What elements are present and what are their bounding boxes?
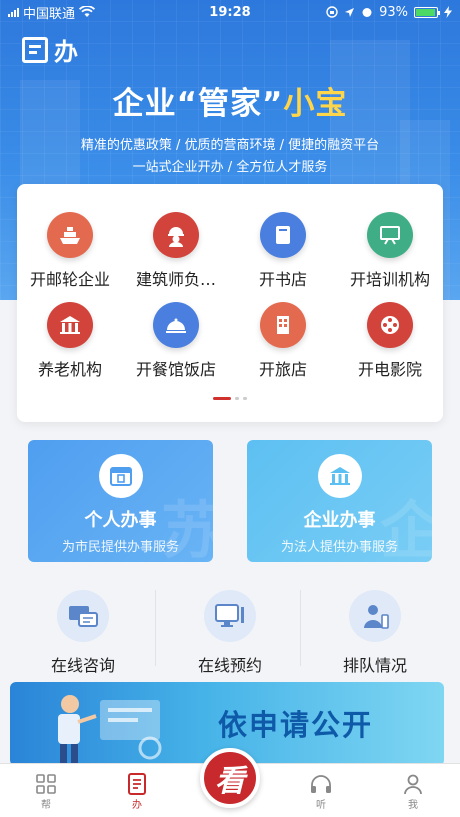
quick-link-label: 排队情况 bbox=[342, 656, 407, 675]
service-item-cruise[interactable]: 开邮轮企业 bbox=[17, 212, 123, 290]
tab-label: 听 bbox=[316, 800, 326, 811]
bank-icon bbox=[317, 454, 362, 498]
service-item-restaurant[interactable]: 开餐馆饭店 bbox=[123, 302, 229, 380]
service-item-hotel[interactable]: 开旅店 bbox=[230, 302, 336, 380]
hotel-icon bbox=[260, 302, 306, 348]
service-label: 开培训机构 bbox=[349, 270, 430, 289]
tab-label: 我 bbox=[408, 800, 418, 811]
hero-subtitle-2: 一站式企业开办 / 全方位人才服务 bbox=[132, 160, 328, 175]
battery-icon bbox=[414, 6, 440, 18]
user-icon bbox=[383, 772, 443, 796]
service-grid-card: 开邮轮企业 建筑师负… 开书店 开培训机构 养老机构 开餐馆饭店 开旅店 开电影… bbox=[17, 184, 443, 422]
charging-icon bbox=[444, 6, 452, 18]
ship-icon bbox=[47, 212, 93, 258]
service-label: 开餐馆饭店 bbox=[135, 360, 216, 379]
service-label: 开电影院 bbox=[357, 360, 422, 379]
hero-title-highlight: 小宝 bbox=[283, 86, 348, 122]
banner-title: 依申请公开 bbox=[218, 708, 374, 742]
page-dot bbox=[243, 397, 247, 400]
page-dot-active bbox=[213, 397, 231, 400]
enterprise-affairs-button[interactable]: 企 企业办事 为法人提供办事服务 bbox=[247, 440, 432, 562]
headphones-icon bbox=[291, 772, 351, 796]
grid-icon bbox=[16, 772, 76, 796]
tab-help[interactable]: 帮 bbox=[16, 772, 76, 811]
quick-link-label: 在线咨询 bbox=[50, 656, 115, 675]
tab-me[interactable]: 我 bbox=[383, 772, 443, 811]
service-item-training[interactable]: 开培训机构 bbox=[337, 212, 443, 290]
building-icon bbox=[47, 302, 93, 348]
tab-label: 帮 bbox=[41, 800, 51, 811]
dish-icon bbox=[153, 302, 199, 348]
banner-illustration-icon bbox=[58, 695, 162, 766]
hero-title-main: 企业“管家” bbox=[112, 86, 284, 122]
battery-percent: 93% bbox=[379, 4, 408, 20]
hero-subtitle-1: 精准的优惠政策 / 优质的营商环境 / 便捷的融资平台 bbox=[80, 138, 380, 153]
divider bbox=[155, 590, 156, 666]
queue-icon bbox=[349, 590, 401, 642]
divider bbox=[300, 590, 301, 666]
tab-do[interactable]: 办 bbox=[107, 772, 167, 811]
film-icon bbox=[367, 302, 413, 348]
page-dot bbox=[235, 397, 239, 400]
computer-icon bbox=[204, 590, 256, 642]
wifi-icon bbox=[79, 6, 96, 17]
service-item-bookstore[interactable]: 开书店 bbox=[230, 212, 336, 290]
quick-link-consult[interactable]: 在线咨询 bbox=[10, 590, 156, 676]
service-label: 养老机构 bbox=[37, 360, 102, 379]
book-icon bbox=[260, 212, 306, 258]
app-logo: 办 bbox=[22, 32, 78, 67]
lock-rotation-icon bbox=[326, 6, 338, 18]
board-icon bbox=[367, 212, 413, 258]
tab-label: 办 bbox=[132, 800, 142, 811]
hero-title: 企业“管家”小宝 bbox=[0, 78, 460, 123]
logo-text: 办 bbox=[54, 38, 78, 66]
chat-icon bbox=[57, 590, 109, 642]
service-item-cinema[interactable]: 开电影院 bbox=[337, 302, 443, 380]
personal-affairs-button[interactable]: 苏 个人办事 为市民提供办事服务 bbox=[28, 440, 213, 562]
service-label: 建筑师负… bbox=[135, 270, 216, 289]
signal-icon bbox=[8, 7, 19, 17]
quick-link-appointment[interactable]: 在线预约 bbox=[157, 590, 303, 676]
quick-link-queue[interactable]: 排队情况 bbox=[302, 590, 448, 676]
document-icon bbox=[107, 772, 167, 796]
service-label: 开邮轮企业 bbox=[29, 270, 110, 289]
carrier-label: 中国联通 bbox=[23, 6, 76, 22]
logo-mark-icon bbox=[22, 36, 48, 63]
status-bar: 中国联通 19:28 93% bbox=[0, 0, 460, 24]
alarm-icon bbox=[362, 8, 372, 17]
quick-link-label: 在线预约 bbox=[197, 656, 262, 675]
worker-icon bbox=[153, 212, 199, 258]
service-item-architect[interactable]: 建筑师负… bbox=[123, 212, 229, 290]
tab-listen[interactable]: 听 bbox=[291, 772, 351, 811]
service-item-elderly-care[interactable]: 养老机构 bbox=[17, 302, 123, 380]
service-label: 开旅店 bbox=[258, 360, 307, 379]
service-label: 开书店 bbox=[258, 270, 307, 289]
enterprise-subtitle: 为法人提供办事服务 bbox=[280, 540, 398, 555]
personal-subtitle: 为市民提供办事服务 bbox=[61, 540, 179, 555]
page-indicator bbox=[17, 397, 443, 400]
center-action-button[interactable]: 看 bbox=[200, 748, 260, 808]
calendar-icon bbox=[98, 454, 143, 498]
location-icon bbox=[345, 7, 355, 17]
